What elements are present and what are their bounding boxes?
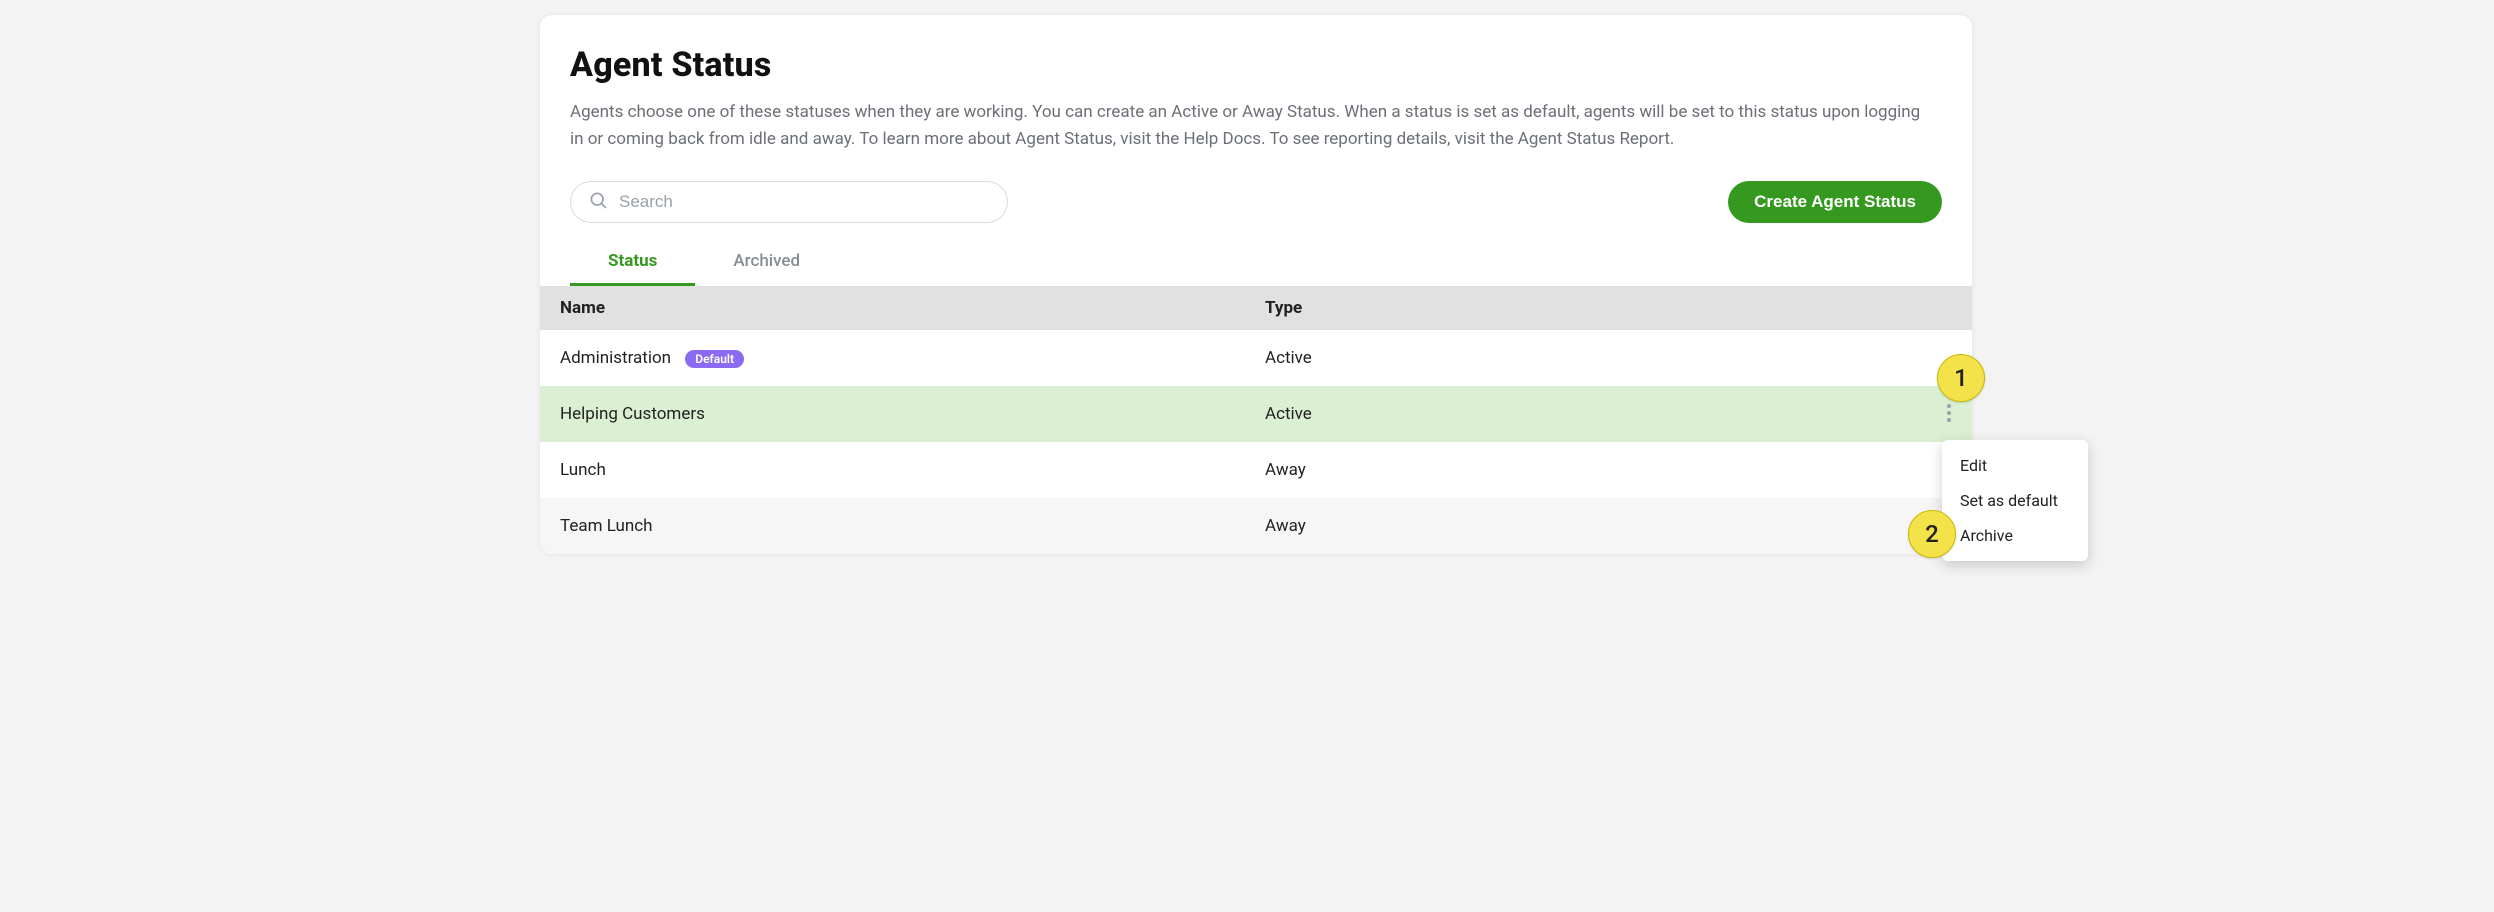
annotation-callout-2: 2 xyxy=(1908,510,1956,558)
search-wrap xyxy=(570,181,1008,223)
menu-item-edit[interactable]: Edit xyxy=(1942,448,2088,483)
cell-name: Lunch xyxy=(540,442,1245,498)
menu-item-archive[interactable]: Archive xyxy=(1942,518,2088,553)
annotation-callout-1: 1 xyxy=(1937,354,1985,402)
page-description: Agents choose one of these statuses when… xyxy=(570,99,1930,153)
status-name: Administration xyxy=(560,348,671,368)
status-table: Name Type Administration Default Active … xyxy=(540,286,1972,554)
row-actions-button[interactable] xyxy=(1935,400,1963,428)
column-header-type: Type xyxy=(1245,286,1972,330)
menu-item-set-default[interactable]: Set as default xyxy=(1942,483,2088,518)
page-title: Agent Status xyxy=(570,45,1942,85)
tab-status[interactable]: Status xyxy=(570,241,695,286)
table-row[interactable]: Team Lunch Away xyxy=(540,498,1972,554)
row-context-menu: Edit Set as default Archive xyxy=(1942,440,2088,561)
cell-name: Team Lunch xyxy=(540,498,1245,554)
table-row[interactable]: Lunch Away xyxy=(540,442,1972,498)
status-name: Helping Customers xyxy=(560,404,705,424)
column-header-name: Name xyxy=(540,286,1245,330)
cell-type: Active xyxy=(1245,330,1926,386)
cell-name: Administration Default xyxy=(540,330,1245,386)
cell-type: Active xyxy=(1245,386,1926,442)
kebab-icon xyxy=(1946,403,1952,426)
table-row[interactable]: Helping Customers Active xyxy=(540,386,1972,442)
status-name: Team Lunch xyxy=(560,516,653,536)
cell-type: Away xyxy=(1245,442,1926,498)
search-input[interactable] xyxy=(570,181,1008,223)
cell-name: Helping Customers xyxy=(540,386,1245,442)
tabs: Status Archived xyxy=(570,241,1942,286)
tab-archived[interactable]: Archived xyxy=(695,241,838,286)
table-row[interactable]: Administration Default Active xyxy=(540,330,1972,386)
table-header: Name Type xyxy=(540,286,1972,330)
status-name: Lunch xyxy=(560,460,606,480)
agent-status-panel: Agent Status Agents choose one of these … xyxy=(540,15,1972,554)
cell-type: Away xyxy=(1245,498,1926,554)
toolbar: Create Agent Status xyxy=(570,181,1942,223)
create-agent-status-button[interactable]: Create Agent Status xyxy=(1728,181,1942,223)
default-badge: Default xyxy=(685,350,744,368)
